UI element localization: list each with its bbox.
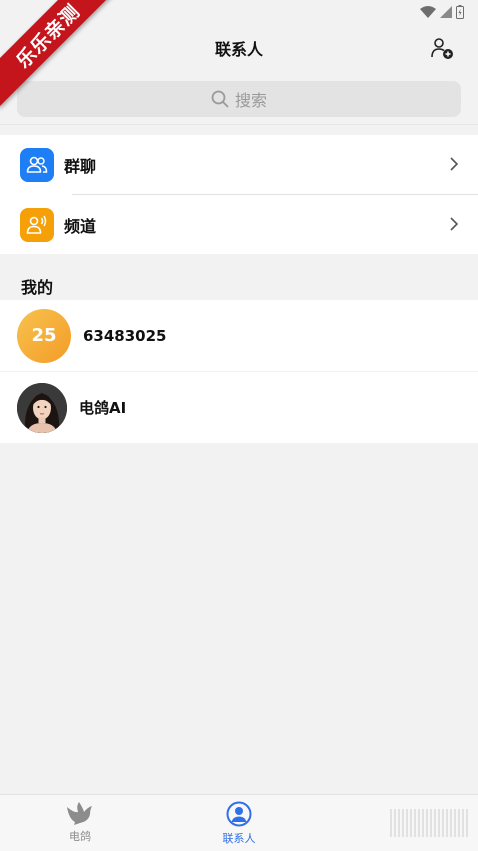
search-placeholder: 搜索 <box>234 91 267 110</box>
signal-icon <box>440 6 452 18</box>
blurred-overlay <box>390 809 470 837</box>
contact-row[interactable]: 25 63483025 <box>0 300 478 371</box>
group-chat-icon <box>20 147 54 182</box>
menu-item-group-chat[interactable]: 群聊 <box>0 135 478 194</box>
avatar: 25 <box>17 308 71 363</box>
contact-row[interactable]: 电鸽AI <box>0 372 478 443</box>
status-icons <box>420 5 464 19</box>
tab-bar: 电鸽 联系人 <box>0 794 478 851</box>
search-icon <box>211 90 229 108</box>
menu-item-channel[interactable]: 频道 <box>0 195 478 254</box>
menu-item-label: 频道 <box>64 216 97 236</box>
chevron-right-icon <box>450 157 458 171</box>
battery-icon <box>456 5 464 19</box>
avatar <box>17 382 67 433</box>
tab-label: 联系人 <box>222 832 256 845</box>
contacts-icon <box>226 801 252 827</box>
menu-list: 群聊 频道 <box>0 135 478 254</box>
tab-dove[interactable]: 电鸽 <box>40 801 120 844</box>
page-title: 联系人 <box>214 40 263 59</box>
divider <box>0 124 478 125</box>
dove-icon <box>67 802 92 825</box>
section-title: 我的 <box>21 278 54 297</box>
menu-item-label: 群聊 <box>64 156 97 176</box>
wifi-icon <box>420 6 436 18</box>
tab-contacts[interactable]: 联系人 <box>199 801 279 846</box>
contact-name: 电鸽AI <box>79 399 127 417</box>
search-input[interactable]: 搜索 <box>17 81 461 117</box>
contact-name: 63483025 <box>83 326 167 345</box>
channel-icon <box>20 207 54 242</box>
add-contact-icon[interactable] <box>430 36 454 60</box>
chevron-right-icon <box>450 217 458 231</box>
tab-label: 电鸽 <box>69 830 91 843</box>
contact-list: 25 63483025 电鸽AI <box>0 300 478 443</box>
